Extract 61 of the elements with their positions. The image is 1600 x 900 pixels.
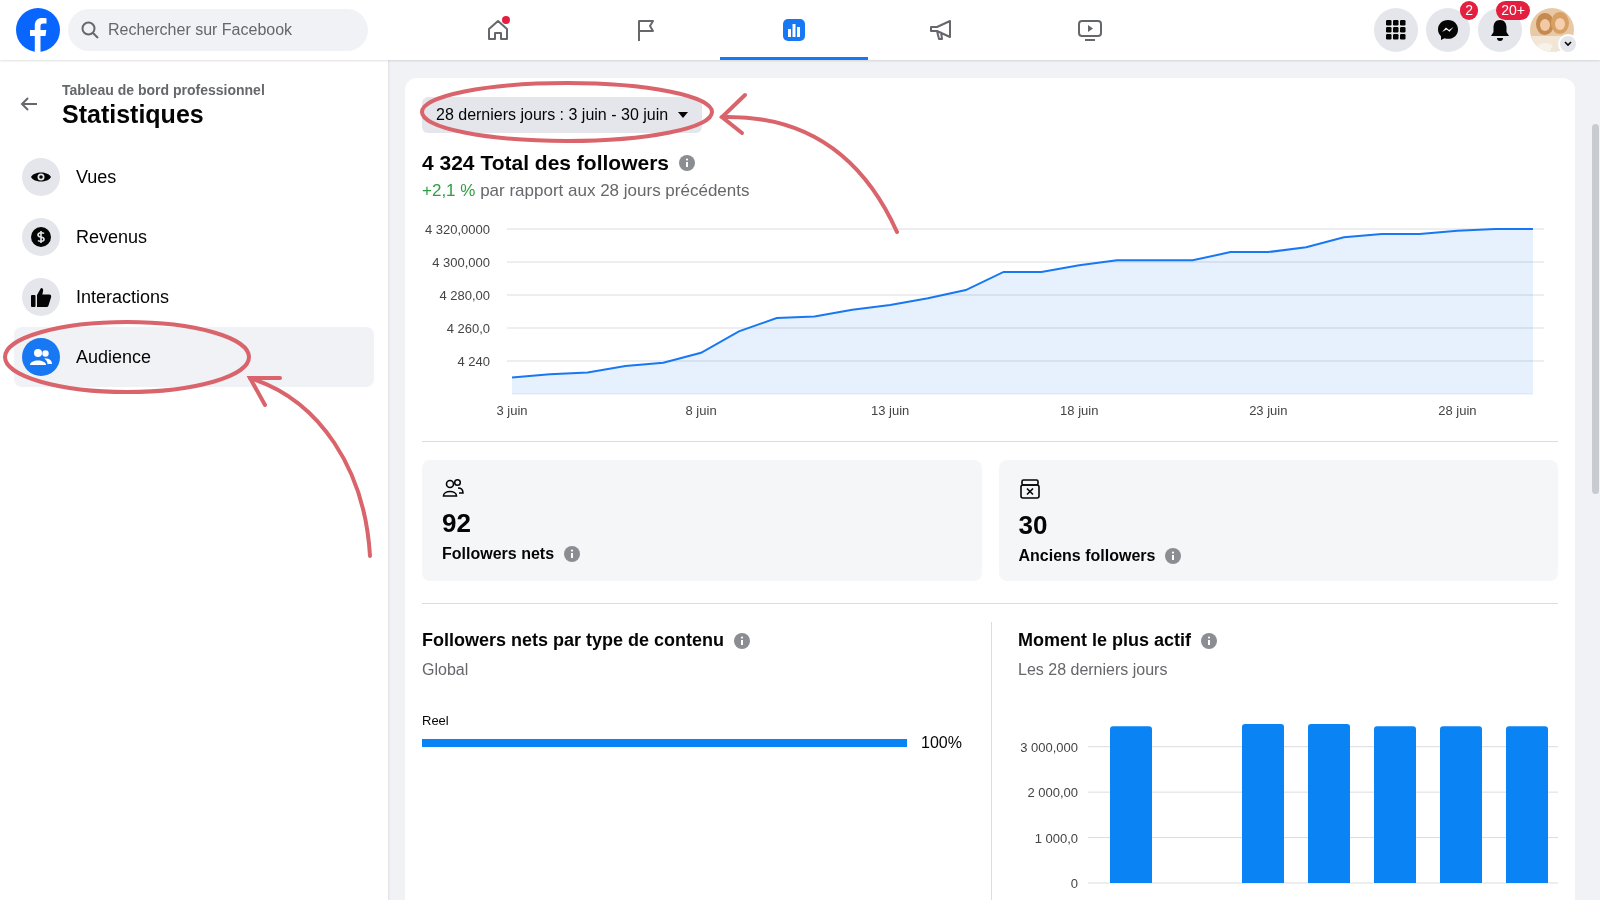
- video-icon: [1076, 17, 1104, 43]
- thumbs-up-icon: [30, 287, 52, 307]
- axis-label: 4 300,000: [432, 255, 490, 270]
- messenger-icon: [1437, 19, 1459, 41]
- axis-label: 0: [1070, 876, 1078, 891]
- notification-badge: 20+: [1496, 1, 1530, 20]
- back-arrow-icon[interactable]: [20, 96, 38, 112]
- axis-label: 1 000,0: [1034, 830, 1078, 846]
- search-field[interactable]: Rechercher sur Facebook: [68, 9, 368, 51]
- axis-label: 13 juin: [871, 403, 910, 418]
- archive-box-icon: [1018, 478, 1041, 500]
- followers-total: 4 324 Total des followers: [422, 151, 670, 175]
- axis-label: 3 000,000: [1020, 739, 1078, 755]
- facebook-logo[interactable]: [16, 8, 60, 52]
- bar-label: Reel: [422, 713, 450, 728]
- stat-value: 30: [1018, 510, 1049, 541]
- bar-chart-icon: [781, 17, 807, 43]
- date-range-dropdown[interactable]: 28 derniers jours : 3 juin - 30 juin: [422, 97, 703, 133]
- info-icon[interactable]: [1201, 632, 1218, 649]
- dollar-icon: [31, 227, 51, 247]
- axis-label: 2 000,00: [1027, 785, 1078, 801]
- info-icon[interactable]: [734, 632, 751, 649]
- chevron-icon: [1564, 41, 1572, 47]
- section-subtitle: Global: [422, 661, 470, 679]
- axis-label: 18 juin: [1060, 403, 1099, 418]
- sidebar-item[interactable]: Vues: [14, 147, 374, 207]
- notification-badge: 2: [1460, 1, 1478, 20]
- stat-label: Anciens followers: [1018, 547, 1156, 565]
- caret-icon: [678, 112, 689, 118]
- axis-label: 23 juin: [1249, 403, 1288, 418]
- sidebar-item[interactable]: Revenus: [14, 207, 374, 267]
- percentage: 100%: [921, 734, 962, 752]
- home-icon: [485, 17, 511, 43]
- apps-grid-icon: [1386, 20, 1406, 40]
- info-icon[interactable]: [679, 155, 696, 171]
- search-icon: [81, 21, 99, 39]
- breadcrumb: Tableau de bord professionnel: [62, 82, 265, 98]
- axis-label: 4 280,00: [439, 288, 490, 303]
- axis-label: 3 juin: [496, 403, 528, 418]
- people-icon: [442, 478, 464, 498]
- info-icon[interactable]: [564, 546, 581, 562]
- grid-button[interactable]: [1374, 8, 1418, 52]
- axis-label: 4 320,0000: [424, 222, 490, 237]
- stat-label: Followers nets: [442, 545, 555, 563]
- section-subtitle: Les 28 derniers jours: [1018, 661, 1169, 679]
- page-title: Statistiques: [62, 100, 205, 129]
- notification-dot: [502, 16, 510, 24]
- people-icon: [30, 348, 52, 366]
- axis-label: 8 juin: [685, 403, 717, 418]
- axis-label: 4 240: [457, 354, 490, 369]
- change-text: +2,1 % par rapport aux 28 jours précédents: [422, 181, 751, 201]
- section-title: Followers nets par type de contenu: [422, 630, 725, 651]
- stat-value: 92: [442, 508, 472, 539]
- axis-label: 4 260,0: [446, 321, 490, 336]
- info-icon[interactable]: [1165, 548, 1182, 564]
- bell-icon: [1490, 19, 1510, 41]
- account-menu-button[interactable]: [1558, 34, 1578, 54]
- axis-label: 28 juin: [1438, 403, 1477, 418]
- sidebar-item[interactable]: Audience: [14, 327, 374, 387]
- section-title: Moment le plus actif: [1018, 630, 1192, 651]
- sidebar-item[interactable]: Interactions: [14, 267, 374, 327]
